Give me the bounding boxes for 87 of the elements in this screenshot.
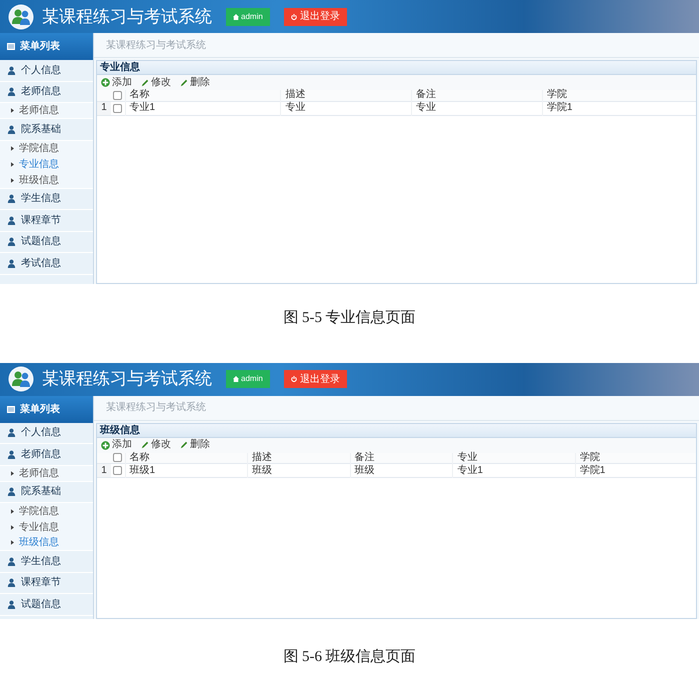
toolbar-button[interactable]: 修改 <box>141 78 171 88</box>
menu-title: 菜单列表 <box>20 40 60 54</box>
submenu-item[interactable]: 学院信息 <box>0 140 93 156</box>
menu-title: 菜单列表 <box>20 402 60 416</box>
menu-item[interactable]: 学生信息 <box>0 551 93 572</box>
menu-item[interactable]: 试题信息 <box>0 232 93 253</box>
column-header[interactable]: 备注 <box>350 452 453 464</box>
user-icon <box>7 66 16 75</box>
list-icon <box>7 406 15 412</box>
menu-item[interactable]: 考试信息 <box>0 253 93 274</box>
toolbar-button[interactable]: 删除 <box>180 78 210 88</box>
logout-button[interactable]: 退出登录 <box>284 370 347 388</box>
submenu-item[interactable]: 学院信息 <box>0 503 93 519</box>
panel-title: 班级信息 <box>97 424 696 438</box>
user-icon <box>7 237 16 246</box>
breadcrumb: 某课程练习与考试系统 <box>94 396 699 420</box>
table-cell: 学院1 <box>575 464 696 478</box>
toolbar-button[interactable]: 添加 <box>101 440 132 450</box>
user-icon <box>7 450 16 459</box>
home-icon <box>233 376 239 382</box>
caret-icon <box>11 524 14 530</box>
submenu-item[interactable]: 专业信息 <box>0 519 93 535</box>
caret-icon <box>11 162 14 167</box>
menu-item[interactable]: 学生信息 <box>0 188 93 210</box>
toolbar-button[interactable]: 添加 <box>101 78 132 88</box>
user-icon <box>7 194 16 204</box>
row-number: 1 <box>97 101 111 115</box>
add-icon <box>101 78 110 87</box>
power-icon <box>290 14 297 20</box>
user-icon <box>7 487 16 496</box>
breadcrumb: 某课程练习与考试系统 <box>94 33 699 58</box>
column-header[interactable]: 描述 <box>247 452 350 464</box>
caret-icon <box>11 178 14 182</box>
menu-item[interactable]: 试题信息 <box>0 594 93 616</box>
menu-item[interactable]: 课程章节 <box>0 210 93 232</box>
user-icon <box>7 258 16 268</box>
user-icon <box>7 600 16 609</box>
table-cell: 专业1 <box>125 101 281 115</box>
home-icon <box>233 14 239 20</box>
table-cell: 班级 <box>247 464 350 478</box>
list-icon <box>7 43 15 50</box>
submenu-item[interactable]: 班级信息 <box>0 535 93 551</box>
submenu-item[interactable]: 老师信息 <box>0 466 93 482</box>
user-icon <box>7 556 16 566</box>
pencil-icon <box>180 441 188 449</box>
table-cell: 班级1 <box>125 464 248 478</box>
app-title: 某课程练习与考试系统 <box>42 368 212 390</box>
table-cell: 班级 <box>350 464 453 478</box>
caret-icon <box>11 470 14 476</box>
user-icon <box>7 124 16 134</box>
user-icon <box>7 428 16 438</box>
menu-item[interactable]: 课程章节 <box>0 572 93 594</box>
caret-icon <box>11 108 14 113</box>
power-icon <box>290 376 297 382</box>
table-cell: 专业1 <box>452 464 576 478</box>
submenu-item[interactable]: 专业信息 <box>0 156 93 172</box>
figure-caption: 图 5-5 专业信息页面 <box>282 308 417 328</box>
pencil-icon <box>141 441 149 449</box>
table-cell: 学院1 <box>542 101 696 115</box>
panel-title: 专业信息 <box>97 61 696 75</box>
caret-icon <box>11 508 14 514</box>
row-number: 1 <box>97 464 111 478</box>
caret-icon <box>11 540 14 545</box>
user-icon <box>7 87 16 96</box>
app-title: 某课程练习与考试系统 <box>42 6 212 28</box>
checkbox[interactable] <box>113 466 122 475</box>
checkbox[interactable] <box>113 104 122 112</box>
toolbar-button[interactable]: 修改 <box>141 440 171 450</box>
table-cell: 专业 <box>280 101 412 115</box>
pencil-icon <box>180 78 188 86</box>
menu-item[interactable]: 个人信息 <box>0 422 93 444</box>
users-logo-icon <box>8 4 34 30</box>
user-icon <box>7 216 16 225</box>
user-icon <box>7 578 16 588</box>
checkbox[interactable] <box>113 453 122 462</box>
menu-item[interactable]: 个人信息 <box>0 60 93 82</box>
table-cell: 专业 <box>412 101 542 115</box>
toolbar-button[interactable]: 删除 <box>180 440 210 450</box>
figure-caption: 图 5-6 班级信息页面 <box>282 648 417 666</box>
users-logo-icon <box>8 366 34 392</box>
checkbox[interactable] <box>113 90 122 100</box>
pencil-icon <box>141 78 149 86</box>
caret-icon <box>11 146 14 151</box>
submenu-item[interactable]: 老师信息 <box>0 103 93 119</box>
logout-button[interactable]: 退出登录 <box>284 8 347 26</box>
submenu-item[interactable]: 班级信息 <box>0 172 93 188</box>
add-icon <box>101 440 110 450</box>
